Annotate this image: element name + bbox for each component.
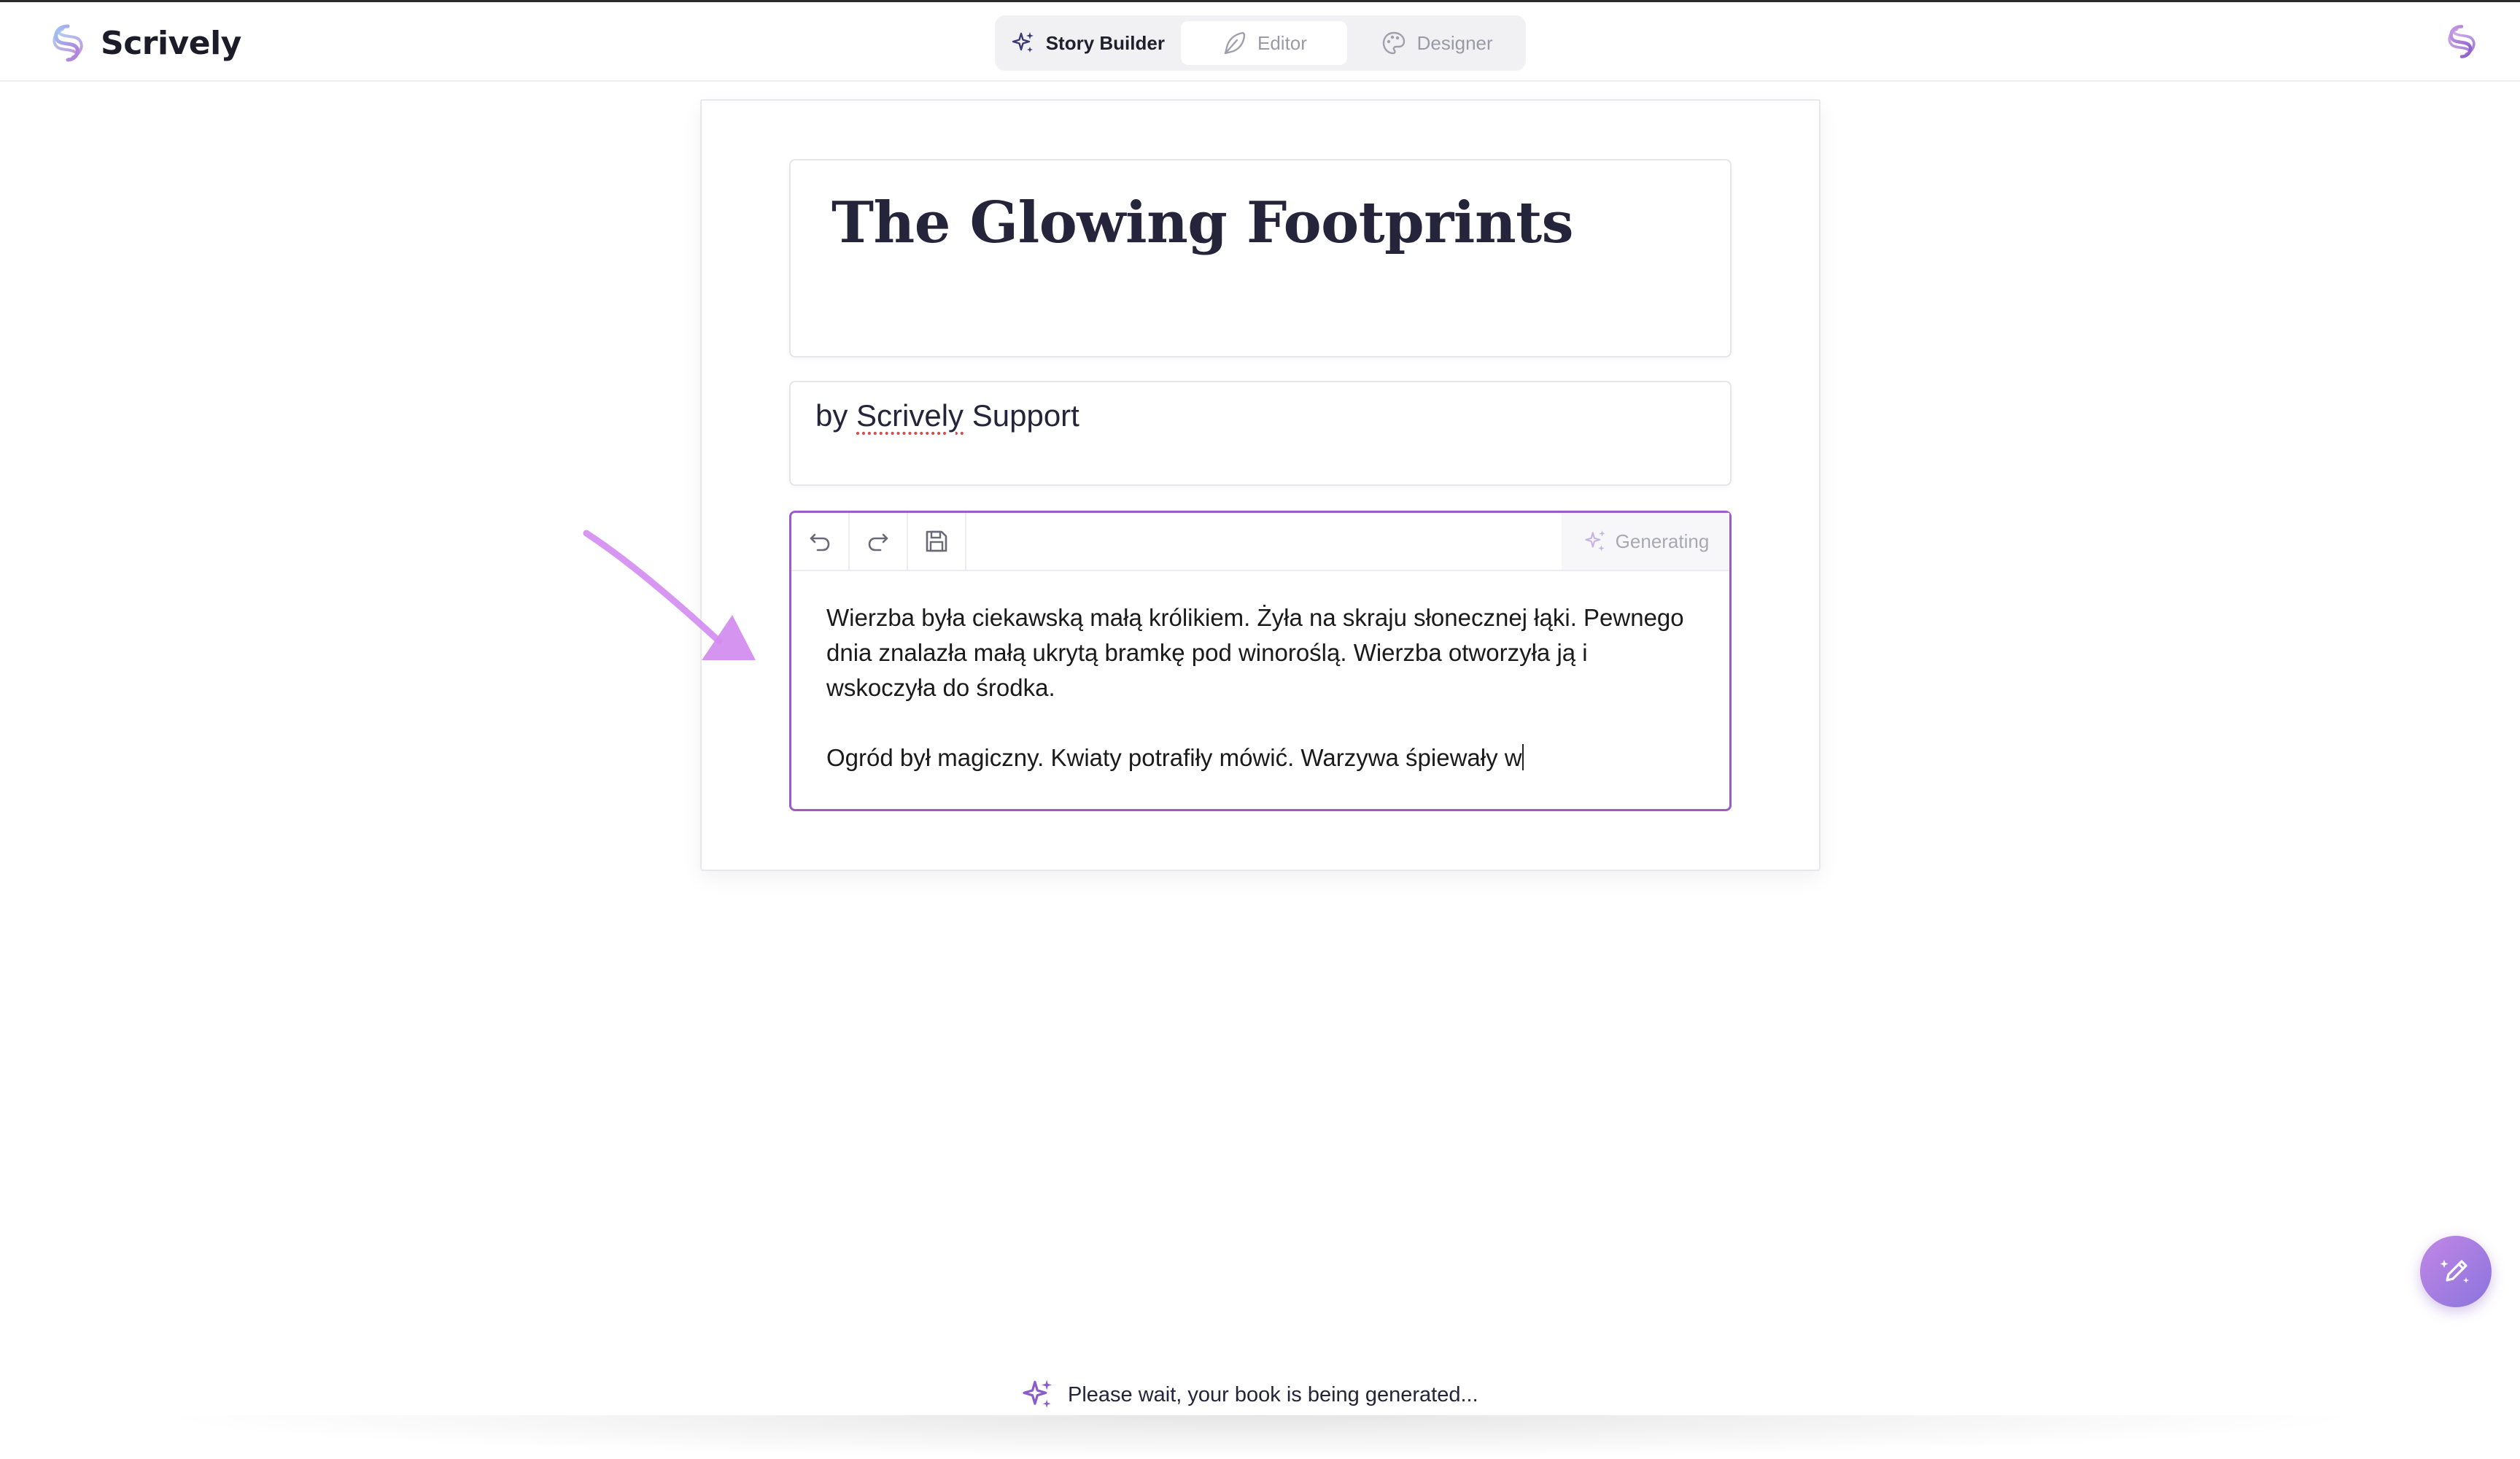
undo-button[interactable]	[791, 513, 850, 570]
author-prefix: by	[815, 398, 848, 433]
generating-indicator: Generating	[1562, 513, 1729, 570]
editor-toolbar: Generating	[791, 513, 1729, 571]
mode-switcher: Story Builder Editor Designer	[995, 15, 1526, 71]
author-suffix: Support	[972, 398, 1079, 433]
editor-content[interactable]: Wierzba była ciekawską małą królikiem. Ż…	[826, 600, 1702, 775]
book-author-field[interactable]: by Scrively Support	[789, 381, 1732, 486]
book-title: The Glowing Footprints	[831, 190, 1574, 256]
text-cursor	[1521, 744, 1524, 770]
tab-editor-label: Editor	[1257, 31, 1307, 54]
annotation-arrow-icon	[583, 530, 756, 660]
palette-icon	[1382, 31, 1405, 55]
feather-pen-icon	[1224, 31, 1246, 55]
save-button[interactable]	[908, 513, 966, 570]
app-logo[interactable]: Scrively	[47, 21, 241, 65]
app-name: Scrively	[101, 24, 241, 62]
story-paragraph: Wierzba była ciekawską małą królikiem. Ż…	[826, 604, 1684, 701]
tab-editor[interactable]: Editor	[1180, 21, 1348, 65]
tab-designer-label: Designer	[1416, 31, 1493, 54]
story-paragraph: Ogród był magiczny. Kwiaty potrafiły mów…	[826, 740, 1702, 775]
undo-icon	[810, 533, 830, 552]
scrively-logo-icon	[2448, 25, 2476, 58]
tab-story-builder-label: Story Builder	[1045, 31, 1165, 54]
story-paragraph-text: Ogród był magiczny. Kwiaty potrafiły mów…	[826, 744, 1522, 771]
generating-label: Generating	[1615, 530, 1710, 552]
redo-icon	[868, 533, 888, 552]
top-navigation-bar: Scrively Story Builder Editor Designer	[0, 0, 2520, 82]
tab-designer[interactable]: Designer	[1353, 21, 1520, 65]
generation-status-message: Please wait, your book is being generate…	[1068, 1382, 1478, 1406]
magic-edit-button[interactable]	[2420, 1236, 2492, 1307]
story-text-editor[interactable]: Generating Wierzba była ciekawską małą k…	[789, 511, 1732, 811]
save-icon	[926, 530, 947, 552]
scrively-logo-icon	[53, 24, 83, 62]
sparkles-icon	[1012, 32, 1034, 53]
sparkles-icon	[1023, 1379, 1052, 1408]
generation-status-bar: Please wait, your book is being generate…	[1021, 1373, 1532, 1417]
magic-pencil-icon	[2440, 1260, 2469, 1283]
account-menu[interactable]	[2443, 23, 2481, 64]
bottom-shadow	[146, 1415, 2374, 1459]
redo-button[interactable]	[850, 513, 908, 570]
tab-story-builder[interactable]: Story Builder	[1001, 21, 1175, 65]
author-name: Scrively	[856, 398, 964, 433]
sparkles-icon	[1584, 530, 1605, 552]
book-author: by Scrively Support	[815, 398, 1079, 433]
book-title-field[interactable]: The Glowing Footprints	[789, 159, 1732, 357]
